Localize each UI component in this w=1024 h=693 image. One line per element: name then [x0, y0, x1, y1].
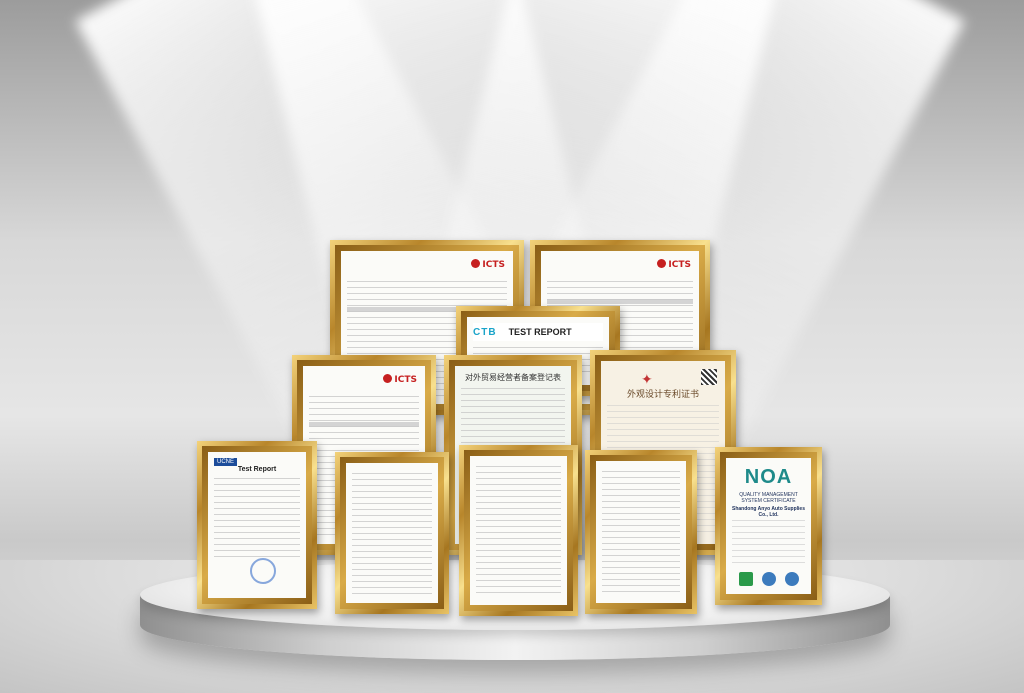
- ucne-logo: UCNE: [214, 458, 238, 466]
- test-report-title: Test Report: [237, 466, 277, 473]
- stamp-icon: [250, 558, 276, 584]
- ctb-report-title: TEST REPORT: [508, 327, 572, 337]
- icts-logo: ICTS: [657, 259, 691, 270]
- certificate-showcase: ICTS ICTS CTB TEST REPORT ICTS 对外贸易经营者备案…: [0, 0, 1024, 693]
- patent-title: 外观设计专利证书: [626, 390, 699, 400]
- certificate-frame-ucne-test-report: UCNE Test Report: [197, 441, 317, 609]
- icts-logo: ICTS: [471, 259, 505, 270]
- patent-emblem-icon: ✦: [641, 371, 653, 387]
- ctb-logo: CTB: [473, 326, 497, 338]
- accreditation-badge-icon: [761, 572, 776, 586]
- icts-logo: ICTS: [383, 374, 417, 385]
- accreditation-badges: [734, 572, 803, 586]
- accreditation-badge-icon: [738, 572, 753, 586]
- certificate-frame-sds-page-3: [585, 450, 697, 614]
- certificate-frame-sds-page-2: [459, 445, 578, 616]
- noa-company-name: Shandong Anyo Auto Supplies Co., Ltd.: [732, 506, 805, 518]
- trade-registration-title: 对外贸易经营者备案登记表: [465, 373, 561, 382]
- qr-code: [701, 369, 717, 385]
- noa-logo: NOA: [744, 466, 793, 488]
- noa-certificate-title: QUALITY MANAGEMENT SYSTEM CERTIFICATE: [739, 492, 798, 504]
- certificate-frame-noa-qms: NOA QUALITY MANAGEMENT SYSTEM CERTIFICAT…: [715, 447, 822, 605]
- certificate-frame-sds-page-1: [335, 452, 449, 614]
- accreditation-badge-icon: [784, 572, 799, 586]
